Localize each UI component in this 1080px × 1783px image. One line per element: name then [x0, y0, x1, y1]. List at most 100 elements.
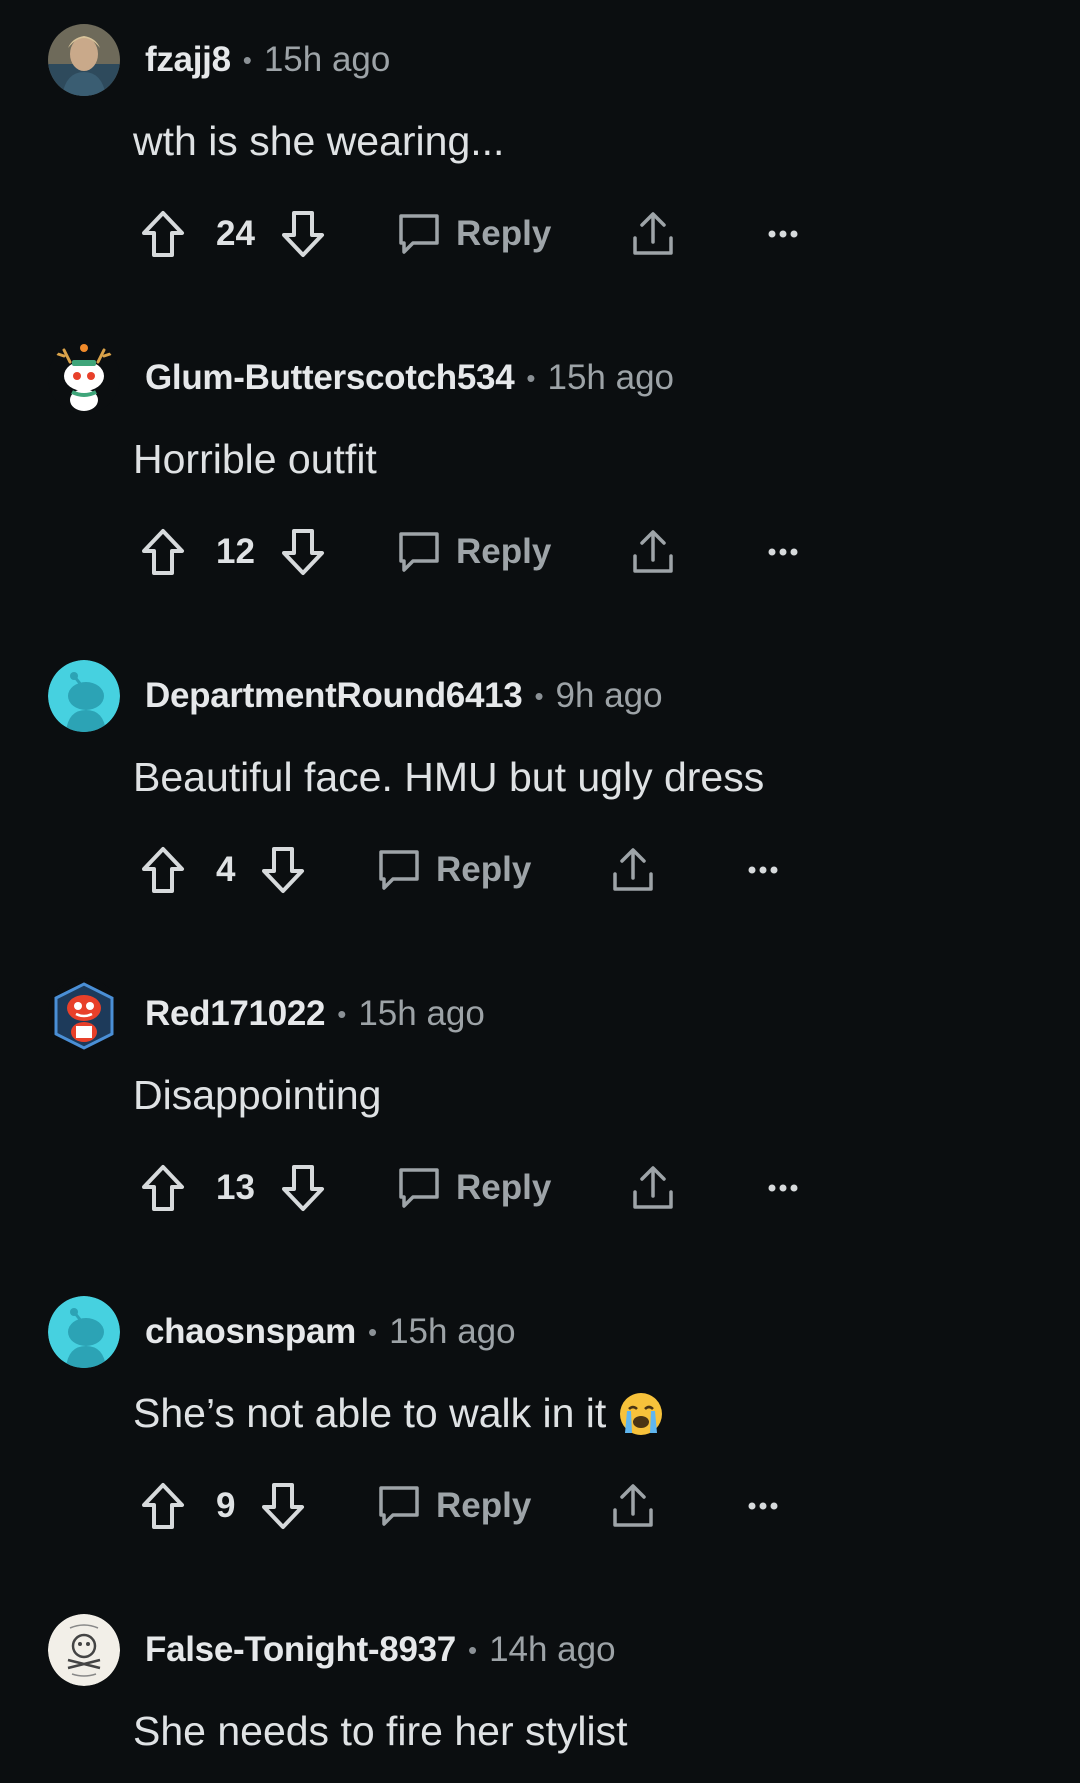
- default-snoo-avatar-icon: [48, 660, 120, 732]
- avatar[interactable]: [48, 1614, 120, 1686]
- downvote-button[interactable]: [280, 1160, 326, 1216]
- comment: Red171022 • 15h ago Disappointing 13 Rep…: [0, 954, 1080, 1272]
- comment-actions: 13 Reply: [140, 1160, 840, 1216]
- more-dots-icon: [748, 866, 778, 874]
- reply-button[interactable]: Reply: [396, 1160, 551, 1216]
- username[interactable]: Red171022: [145, 994, 326, 1034]
- vote-count: 13: [216, 1168, 255, 1207]
- upvote-button[interactable]: [140, 206, 186, 262]
- reply-button[interactable]: Reply: [376, 1478, 531, 1534]
- reply-button[interactable]: Reply: [396, 206, 551, 262]
- comment-meta: chaosnspam • 15h ago: [145, 1308, 516, 1356]
- timestamp: 15h ago: [547, 358, 675, 397]
- share-icon: [613, 1484, 653, 1527]
- share-button[interactable]: [630, 524, 676, 580]
- comment-actions: 9 Reply: [140, 1478, 840, 1534]
- reply-label: Reply: [456, 532, 552, 571]
- share-icon: [633, 530, 673, 573]
- comment-meta: fzajj8 • 15h ago: [145, 36, 390, 84]
- username[interactable]: False-Tonight-8937: [145, 1630, 456, 1670]
- comment-text-content: wth is she wearing...: [133, 118, 505, 164]
- avatar[interactable]: [48, 1296, 120, 1368]
- share-button[interactable]: [630, 1160, 676, 1216]
- share-icon: [613, 848, 653, 891]
- crying-face-emoji-icon: [618, 1391, 664, 1437]
- more-options-button[interactable]: [768, 1160, 798, 1216]
- username[interactable]: Glum-Butterscotch534: [145, 358, 515, 398]
- downvote-arrow-icon: [282, 1165, 324, 1211]
- comment: chaosnspam • 15h ago She’s not able to w…: [0, 1272, 1080, 1590]
- upvote-arrow-icon: [142, 1165, 184, 1211]
- more-options-button[interactable]: [768, 206, 798, 262]
- upvote-arrow-icon: [142, 529, 184, 575]
- avatar[interactable]: [48, 978, 120, 1050]
- username[interactable]: fzajj8: [145, 40, 231, 80]
- comment: fzajj8 • 15h ago wth is she wearing... 2…: [0, 0, 1080, 318]
- timestamp: 14h ago: [489, 1630, 616, 1669]
- separator: •: [337, 998, 347, 1029]
- separator: •: [242, 44, 252, 75]
- more-dots-icon: [748, 1502, 778, 1510]
- comment-bubble-icon: [399, 214, 439, 254]
- comment-bubble-icon: [399, 532, 439, 572]
- comment: False-Tonight-8937 • 14h ago She needs t…: [0, 1590, 1080, 1783]
- more-options-button[interactable]: [748, 842, 778, 898]
- reply-label: Reply: [456, 214, 552, 253]
- vote-count: 4: [216, 850, 236, 889]
- comment-text: Beautiful face. HMU but ugly dress: [133, 754, 764, 801]
- comment-text: Horrible outfit: [133, 436, 377, 483]
- downvote-arrow-icon: [262, 1483, 304, 1529]
- reply-button[interactable]: Reply: [396, 524, 551, 580]
- comment-text-content: She needs to fire her stylist: [133, 1708, 628, 1754]
- downvote-arrow-icon: [282, 529, 324, 575]
- downvote-button[interactable]: [260, 842, 306, 898]
- default-snoo-avatar-icon: [48, 1296, 120, 1368]
- avatar[interactable]: [48, 342, 120, 414]
- avatar[interactable]: [48, 660, 120, 732]
- share-icon: [633, 1166, 673, 1209]
- upvote-button[interactable]: [140, 1160, 186, 1216]
- separator: •: [534, 680, 544, 711]
- comment-feed: fzajj8 • 15h ago wth is she wearing... 2…: [0, 0, 1080, 1783]
- more-options-button[interactable]: [748, 1478, 778, 1534]
- upvote-button[interactable]: [140, 1478, 186, 1534]
- more-dots-icon: [768, 1184, 798, 1192]
- vote-count: 24: [216, 214, 255, 253]
- share-button[interactable]: [630, 206, 676, 262]
- comment-text: She needs to fire her stylist: [133, 1708, 628, 1755]
- comment-meta: False-Tonight-8937 • 14h ago: [145, 1626, 616, 1674]
- downvote-button[interactable]: [280, 524, 326, 580]
- comment-meta: Red171022 • 15h ago: [145, 990, 485, 1038]
- avatar[interactable]: [48, 24, 120, 96]
- reply-button[interactable]: Reply: [376, 842, 531, 898]
- snoo-antlers-avatar-icon: [48, 342, 120, 414]
- comment-text-content: Beautiful face. HMU but ugly dress: [133, 754, 765, 800]
- comment-bubble-icon: [379, 850, 419, 890]
- upvote-button[interactable]: [140, 524, 186, 580]
- more-options-button[interactable]: [768, 524, 798, 580]
- reply-label: Reply: [436, 1486, 532, 1525]
- separator: •: [367, 1316, 378, 1347]
- downvote-arrow-icon: [282, 211, 324, 257]
- reply-label: Reply: [456, 1168, 552, 1207]
- upvote-arrow-icon: [142, 1483, 184, 1529]
- share-button[interactable]: [610, 842, 656, 898]
- share-button[interactable]: [610, 1478, 656, 1534]
- downvote-button[interactable]: [280, 206, 326, 262]
- timestamp: 9h ago: [555, 676, 663, 715]
- downvote-button[interactable]: [260, 1478, 306, 1534]
- comment-text: wth is she wearing...: [133, 118, 504, 165]
- username[interactable]: chaosnspam: [145, 1312, 356, 1352]
- more-dots-icon: [768, 230, 798, 238]
- upvote-arrow-icon: [142, 847, 184, 893]
- comment-actions: 12 Reply: [140, 524, 840, 580]
- separator: •: [526, 362, 536, 393]
- comment-actions: 24 Reply: [140, 206, 840, 262]
- comment: Glum-Butterscotch534 • 15h ago Horrible …: [0, 318, 1080, 636]
- timestamp: 15h ago: [358, 994, 485, 1033]
- comment-text-content: Horrible outfit: [133, 436, 377, 482]
- more-dots-icon: [768, 548, 798, 556]
- username[interactable]: DepartmentRound6413: [145, 676, 523, 716]
- comment-text-content: Disappointing: [133, 1072, 382, 1118]
- upvote-button[interactable]: [140, 842, 186, 898]
